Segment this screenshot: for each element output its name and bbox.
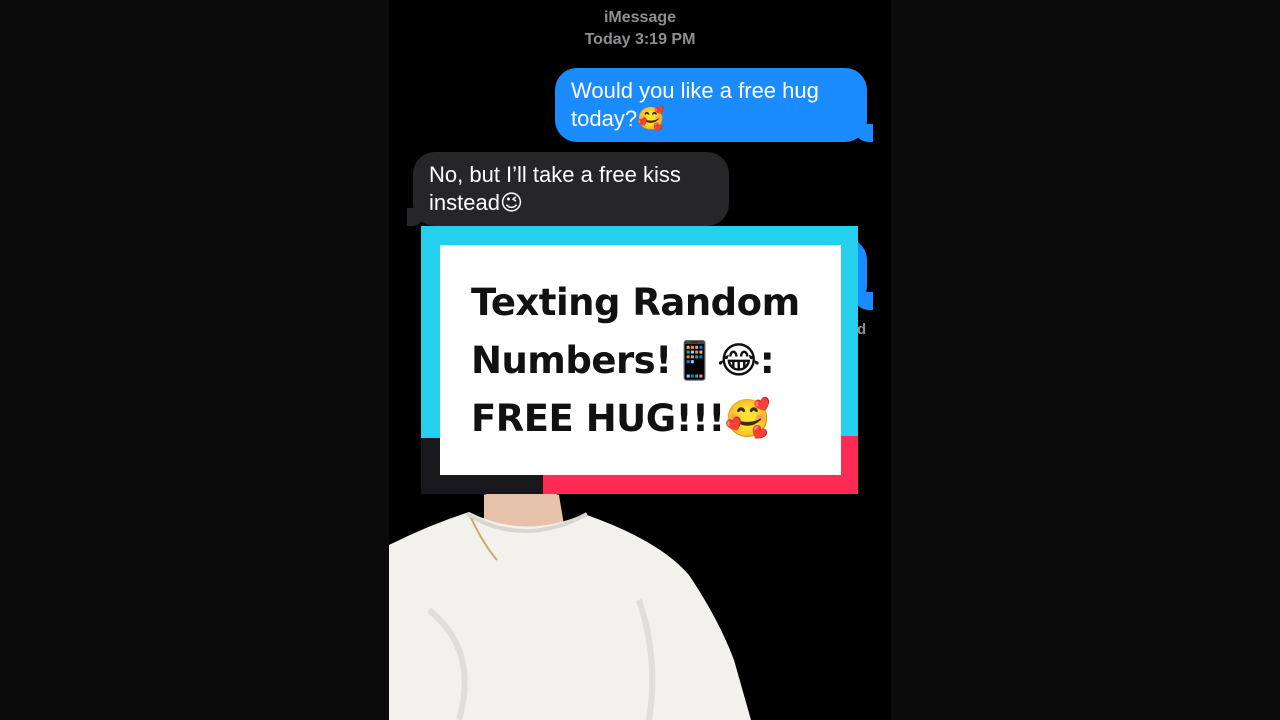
card-red-edge [841,436,858,494]
title-card: Texting Random Numbers!📱😂: FREE HUG!!!🥰 [421,226,858,494]
title-line: Numbers!📱😂: [471,339,775,382]
video-frame: iMessage Today 3:19 PM Would you like a … [0,0,1280,720]
title-line: FREE HUG!!!🥰 [471,397,771,440]
title-line: Texting Random [471,281,800,324]
video-title: Texting Random Numbers!📱😂: FREE HUG!!!🥰 [471,274,831,448]
person-shirt [389,512,751,720]
